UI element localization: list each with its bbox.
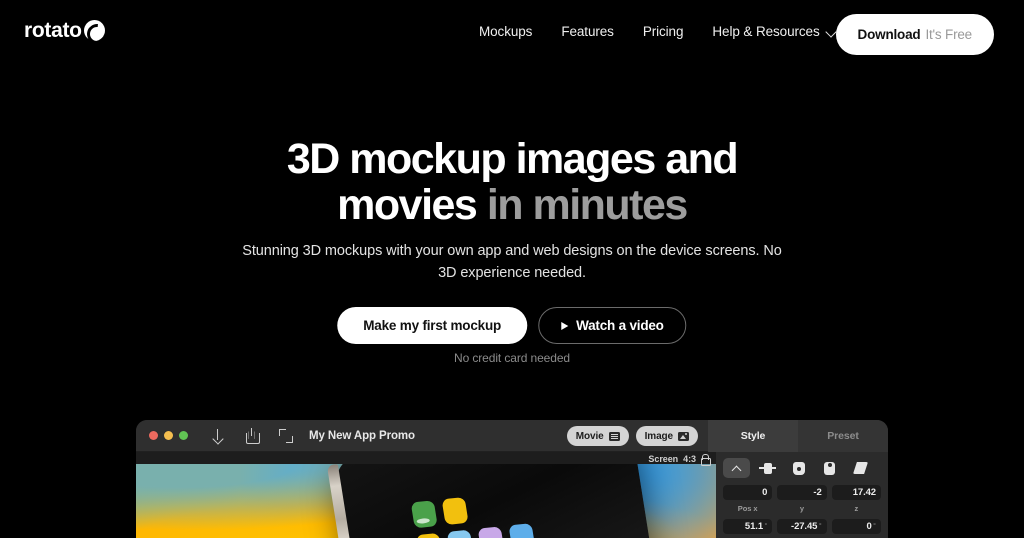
image-mode-label: Image: [644, 430, 674, 442]
phone-mockup[interactable]: [326, 464, 656, 538]
rotato-circle-logo-icon: [83, 20, 105, 41]
image-mode-button[interactable]: Image: [635, 426, 698, 446]
expand-icon[interactable]: [278, 428, 293, 443]
app-icon: [477, 526, 505, 538]
nav-item-pricing[interactable]: Pricing: [643, 24, 684, 39]
position-x-label: Pos x: [737, 503, 758, 513]
device-icon-button[interactable]: [816, 458, 843, 478]
titlebar-right-controls: Movie Image Style Preset: [566, 420, 888, 452]
download-icon[interactable]: [210, 428, 225, 443]
position-y-label: y: [799, 503, 805, 513]
app-icon: [410, 500, 438, 529]
hero-subtitle: Stunning 3D mockups with your own app an…: [242, 243, 782, 282]
position-label-row: Pos x y z: [723, 502, 881, 517]
rotation-x-value: 51.1: [744, 520, 764, 532]
canvas-area: Screen 4:3: [136, 452, 716, 538]
plane-tilt-icon: [853, 462, 868, 474]
app-icon: [446, 529, 474, 538]
position-field-row: 0 -2 17.42: [723, 485, 881, 500]
position-z-value: 17.42: [852, 487, 876, 498]
app-icon: [508, 523, 536, 538]
chevron-down-icon: [827, 27, 836, 36]
phone-app-icon-grid: [410, 491, 536, 538]
share-icon[interactable]: [244, 428, 260, 444]
titlebar-actions: [210, 428, 293, 444]
nav-links: Mockups Features Pricing Help & Resource…: [479, 24, 836, 39]
rotation-z-value: 0: [866, 520, 872, 532]
app-titlebar: My New App Promo Movie Image Style Prese…: [136, 420, 888, 452]
headline-line-2-dim: in minutes: [486, 181, 689, 229]
screen-aspect-label: Screen 4:3: [648, 454, 711, 466]
plane-tilt-icon-button[interactable]: [847, 458, 874, 478]
inspector-tool-row: [723, 458, 881, 478]
app-icon: [415, 532, 443, 538]
download-button[interactable]: Download It's Free: [835, 14, 994, 55]
watch-video-label: Watch a video: [576, 318, 664, 333]
cta-row: Make my first mockup Watch a video: [337, 307, 687, 344]
rotation-field-row: 51.1 ° -27.45 ° 0 °: [723, 518, 881, 534]
rotation-y-unit: °: [818, 522, 822, 530]
brand-name: rotato: [24, 19, 82, 42]
position-x-input[interactable]: 0: [723, 485, 773, 500]
position-z-label: z: [854, 503, 859, 513]
app-document-title: My New App Promo: [309, 429, 415, 442]
screen-label-text: Screen: [648, 454, 679, 464]
zoom-window-button[interactable]: [179, 431, 188, 440]
nav-item-help-resources-label: Help & Resources: [712, 24, 820, 39]
camera-icon-button[interactable]: [785, 458, 812, 478]
headline-line-1: 3D mockup images and: [286, 135, 739, 183]
traffic-lights: [149, 431, 188, 440]
tab-style[interactable]: Style: [708, 420, 798, 452]
play-icon: [561, 321, 569, 330]
move-horizontal-icon-button[interactable]: [754, 458, 781, 478]
make-first-mockup-button[interactable]: Make my first mockup: [337, 307, 528, 344]
landing-page: rotato Mockups Features Pricing Help & R…: [0, 0, 1024, 538]
brand-logo[interactable]: rotato: [24, 20, 105, 41]
rotation-x-input[interactable]: 51.1 °: [723, 518, 773, 534]
mockup-canvas[interactable]: [136, 464, 716, 538]
watch-video-button[interactable]: Watch a video: [538, 307, 687, 344]
position-y-input[interactable]: -2: [777, 485, 827, 500]
page-title: 3D mockup images and movies in minutes: [0, 136, 1024, 228]
position-y-value: -2: [813, 487, 822, 498]
picture-icon: [678, 431, 689, 441]
movie-mode-label: Movie: [575, 430, 604, 442]
mode-pill-group: Movie Image: [566, 426, 698, 446]
rotation-x-unit: °: [764, 522, 768, 530]
rotation-z-input[interactable]: 0 °: [831, 518, 881, 534]
app-body: Screen 4:3 0 -2 17.42 Pos x y z 51.1 ° -…: [136, 452, 888, 538]
nav-item-features[interactable]: Features: [561, 24, 614, 39]
app-icon: [441, 497, 469, 526]
film-icon: [608, 431, 620, 441]
nav-item-mockups[interactable]: Mockups: [479, 24, 532, 39]
top-navbar: rotato Mockups Features Pricing Help & R…: [0, 0, 1024, 68]
chevron-up-icon-button[interactable]: [723, 458, 750, 478]
device-icon: [824, 461, 835, 475]
no-credit-card-note: No credit card needed: [454, 351, 570, 365]
position-z-input[interactable]: 17.42: [831, 485, 881, 500]
movie-mode-button[interactable]: Movie: [566, 426, 629, 446]
move-horizontal-icon: [759, 462, 776, 474]
headline-line-2: movies in minutes: [0, 182, 1024, 228]
app-preview-window: My New App Promo Movie Image Style Prese…: [136, 420, 888, 538]
rotation-z-unit: °: [873, 522, 876, 530]
inspector-panel: 0 -2 17.42 Pos x y z 51.1 ° -27.45 ° 0 °: [716, 452, 888, 538]
style-preset-tabs: Style Preset: [708, 420, 888, 452]
rotation-y-input[interactable]: -27.45 °: [777, 518, 827, 534]
camera-icon: [792, 461, 805, 475]
download-button-subtext: It's Free: [925, 27, 972, 42]
phone-side-edge: [326, 464, 357, 538]
lock-icon[interactable]: [701, 454, 711, 466]
close-window-button[interactable]: [149, 431, 158, 440]
nav-item-help-resources[interactable]: Help & Resources: [712, 24, 835, 39]
headline-line-2-white: movies: [337, 181, 478, 229]
position-x-value: 0: [762, 487, 768, 498]
tab-preset[interactable]: Preset: [798, 420, 888, 452]
download-button-label: Download: [857, 27, 921, 42]
aspect-ratio-value: 4:3: [683, 454, 696, 464]
rotation-y-value: -27.45: [791, 520, 818, 532]
chevron-up-icon: [732, 464, 741, 473]
minimize-window-button[interactable]: [164, 431, 173, 440]
